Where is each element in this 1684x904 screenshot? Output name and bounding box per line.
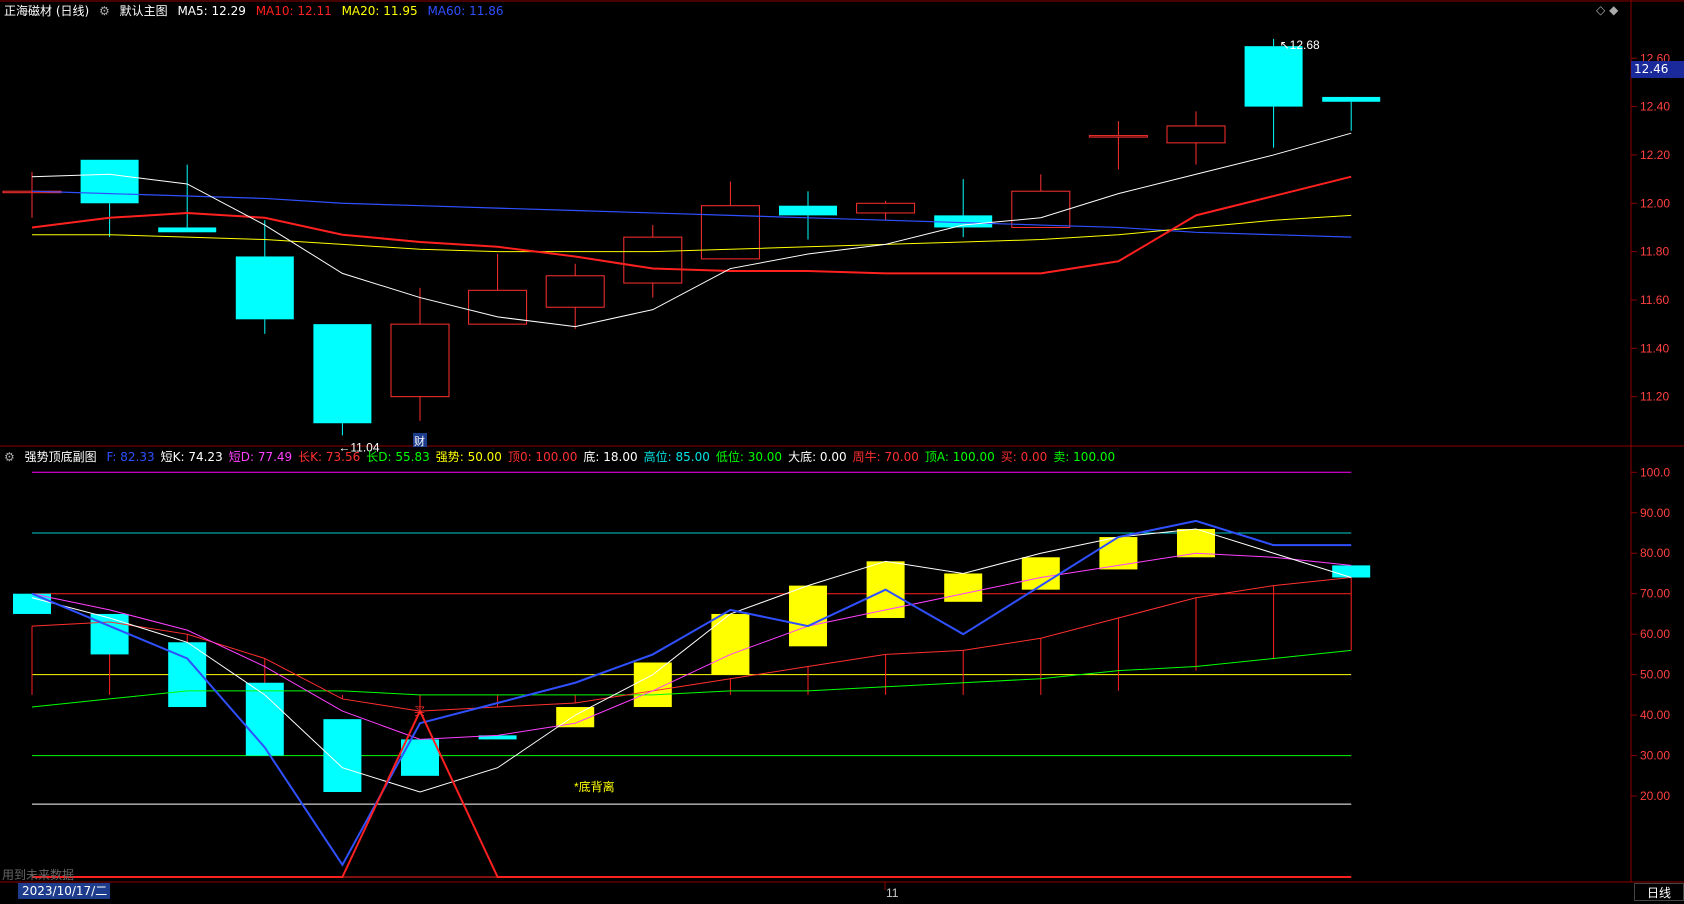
candle-body-7 <box>545 275 605 308</box>
candle-body-8 <box>623 236 683 284</box>
indicator-value-11: 周牛: 70.00 <box>852 450 919 464</box>
indicator-value-4: 长D: 55.83 <box>366 450 430 464</box>
price-tick-label-6: 11.40 <box>1640 341 1669 355</box>
ind-tick-label-1: 90.00 <box>1640 506 1670 520</box>
ma10-line <box>31 175 1352 275</box>
ind-tick-label-7: 30.00 <box>1640 749 1670 763</box>
ma20-line <box>32 214 1352 253</box>
indicator-value-10: 大底: 0.00 <box>788 450 847 464</box>
ma60-value: MA60: 11.86 <box>427 4 504 18</box>
indicator-value-13: 买: 0.00 <box>1000 450 1048 464</box>
high-label: ↖12.68 <box>1280 38 1320 52</box>
price-tick-label-2: 12.20 <box>1640 148 1670 162</box>
candle-body-3 <box>235 256 294 320</box>
ind-tick-label-3: 70.00 <box>1640 587 1670 601</box>
long-d-line <box>31 649 1352 708</box>
indicator-box-9 <box>711 613 750 675</box>
indicator-box-12 <box>944 573 983 602</box>
price-tick-label-5: 11.60 <box>1640 293 1669 307</box>
main-chart-header: 正海磁材 (日线) ⚙ 默认主图 MA5: 12.29 MA10: 12.11 … <box>4 3 510 19</box>
indicator-box-17 <box>1332 565 1371 578</box>
candle-body-2 <box>158 227 217 233</box>
indicator-value-9: 低位: 30.00 <box>715 450 783 464</box>
indicator-value-3: 长K: 73.56 <box>298 450 361 464</box>
candle-body-4 <box>313 324 372 424</box>
candle-body-17 <box>1322 96 1381 102</box>
candle-body-11 <box>856 202 916 214</box>
indicator-box-5 <box>401 739 439 776</box>
indicator-value-0: F: 82.33 <box>106 450 155 464</box>
indicator-name[interactable]: 强势顶底副图 <box>25 450 97 464</box>
candle-body-14 <box>1088 135 1148 138</box>
short-d-line <box>31 552 1352 740</box>
period-selector[interactable]: 日线 <box>1634 883 1684 901</box>
main-chart-name[interactable]: 默认主图 <box>120 4 168 18</box>
indicator-box-10 <box>789 585 827 647</box>
indicator-value-7: 底: 18.00 <box>583 450 638 464</box>
ind-tick-label-2: 80.00 <box>1640 546 1670 560</box>
price-tick-label-1: 12.40 <box>1640 100 1670 114</box>
candle-body-10 <box>779 205 837 216</box>
price-tick-label-4: 11.80 <box>1640 245 1669 259</box>
indicator-box-3 <box>245 682 284 756</box>
indicator-value-8: 高位: 85.00 <box>643 450 710 464</box>
indicator-header: ⚙ 强势顶底副图 F: 82.33 短K: 74.23 短D: 77.49 长K: 7… <box>4 449 1127 465</box>
settings-icon[interactable]: ⚙ <box>99 4 110 18</box>
price-tick-label-3: 12.00 <box>1640 196 1670 210</box>
ind-tick-label-6: 40.00 <box>1640 708 1670 722</box>
month-label: 11 <box>886 886 899 900</box>
ma10-value: MA10: 12.11 <box>255 4 332 18</box>
ind-tick-label-0: 100.0 <box>1640 465 1670 479</box>
indicator-value-6: 顶0: 100.00 <box>507 450 578 464</box>
ma20-value: MA20: 11.95 <box>341 4 418 18</box>
divergence-label: *底背离 <box>574 779 615 794</box>
candle-body-13 <box>1011 190 1071 228</box>
indicator-box-14 <box>1099 537 1138 570</box>
current-price-tag: 12.46 <box>1631 61 1684 78</box>
collapse-icon[interactable]: ◆ <box>1609 3 1618 17</box>
candle-body-5 <box>390 323 450 398</box>
candle-body-1 <box>80 159 139 204</box>
buy-marker: 买 <box>414 705 425 718</box>
window-controls: ◇ ◆ <box>1596 3 1618 17</box>
stock-title[interactable]: 正海磁材 (日线) <box>4 4 89 18</box>
buy-line <box>32 708 1352 878</box>
ma60-line <box>31 190 1352 238</box>
indicator-value-12: 顶A: 100.00 <box>924 450 995 464</box>
indicator-values: F: 82.33 短K: 74.23 短D: 77.49 长K: 73.56 长D: 5… <box>106 450 1121 464</box>
ma5-value: MA5: 12.29 <box>177 4 246 18</box>
future-data-note: 用到未来数据 <box>2 868 75 882</box>
price-tick-label-7: 11.20 <box>1640 390 1669 404</box>
indicator-value-2: 短D: 77.49 <box>228 450 293 464</box>
indicator-value-14: 卖: 100.00 <box>1053 450 1116 464</box>
finance-marker: 财 <box>414 434 425 448</box>
diamond-icon[interactable]: ◇ <box>1596 3 1605 17</box>
candle-body-9 <box>700 205 760 260</box>
short-k-line <box>31 528 1352 793</box>
indicator-value-1: 短K: 74.23 <box>160 450 223 464</box>
ind-tick-label-4: 60.00 <box>1640 627 1670 641</box>
ind-tick-label-5: 50.00 <box>1640 668 1670 682</box>
cursor-date: 2023/10/17/二 <box>18 883 110 899</box>
ind-tick-label-8: 20.00 <box>1640 789 1670 803</box>
indicator-value-5: 强势: 50.00 <box>435 450 502 464</box>
candle-body-16 <box>1244 46 1303 107</box>
candle-body-15 <box>1166 125 1226 144</box>
settings-icon[interactable]: ⚙ <box>4 450 15 464</box>
